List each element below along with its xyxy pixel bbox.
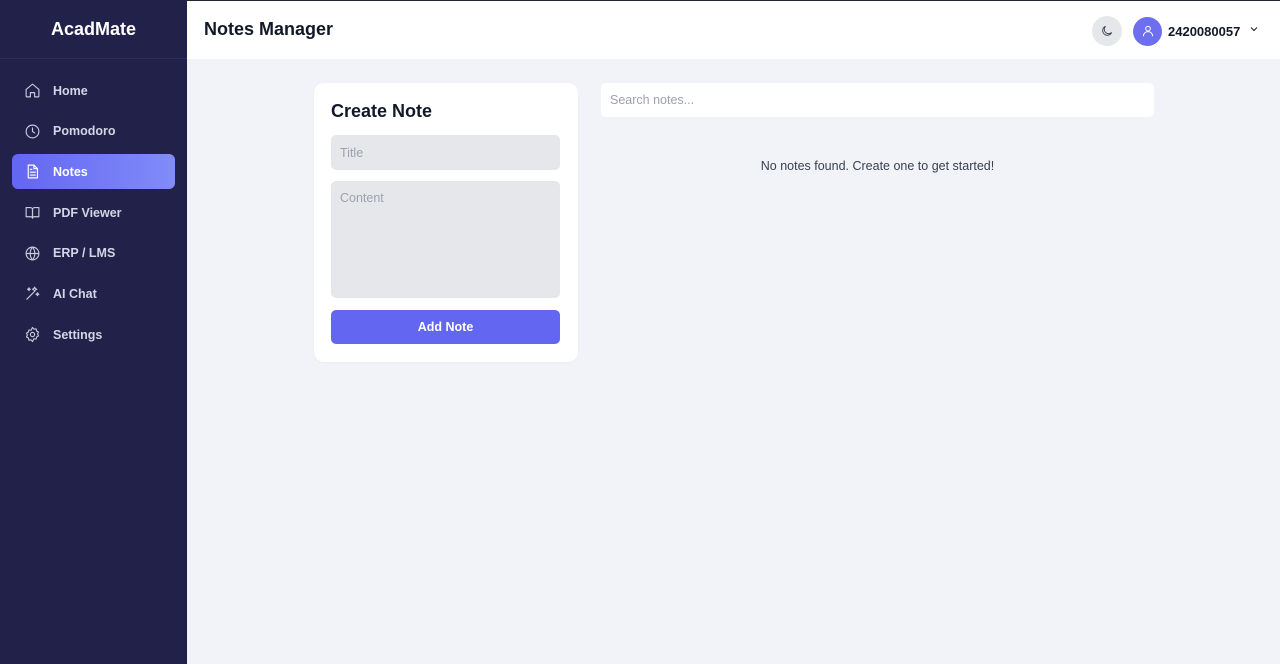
create-note-title: Create Note bbox=[331, 101, 433, 121]
sidebar-item-home[interactable]: Home bbox=[12, 73, 175, 108]
sidebar-item-settings[interactable]: Settings bbox=[12, 317, 175, 352]
note-content-input[interactable] bbox=[331, 181, 560, 298]
sidebar-item-label: AI Chat bbox=[53, 286, 97, 301]
user-menu[interactable]: 2420080057 bbox=[1133, 16, 1260, 46]
chevron-down-icon[interactable] bbox=[1248, 22, 1260, 40]
sidebar-item-label: Home bbox=[53, 83, 88, 98]
sidebar-item-ai-chat[interactable]: AI Chat bbox=[12, 276, 175, 311]
sidebar-item-label: PDF Viewer bbox=[53, 205, 122, 220]
sidebar-item-notes[interactable]: Notes bbox=[12, 154, 175, 190]
add-note-button[interactable]: Add Note bbox=[331, 310, 560, 344]
create-note-card: Create Note Add Note bbox=[314, 83, 578, 362]
sidebar: AcadMate Home Pomodoro Notes PDF Viewer bbox=[0, 0, 187, 664]
sidebar-item-label: Pomodoro bbox=[53, 124, 116, 139]
note-title-input[interactable] bbox=[331, 135, 560, 170]
moon-icon bbox=[1102, 25, 1113, 36]
sidebar-item-pomodoro[interactable]: Pomodoro bbox=[12, 114, 175, 149]
globe-icon bbox=[24, 245, 41, 262]
home-icon bbox=[24, 82, 41, 99]
sidebar-nav: Home Pomodoro Notes PDF Viewer ERP / LMS bbox=[0, 59, 187, 352]
page-title: Notes Manager bbox=[204, 19, 334, 39]
search-input[interactable] bbox=[601, 83, 1154, 117]
user-id: 2420080057 bbox=[1168, 23, 1241, 39]
sparkles-icon bbox=[24, 285, 41, 302]
top-bar: Notes Manager 2420080057 bbox=[187, 0, 1280, 59]
theme-toggle-button[interactable] bbox=[1092, 16, 1122, 46]
user-icon bbox=[1142, 25, 1153, 37]
app-logo[interactable]: AcadMate bbox=[0, 0, 187, 59]
book-open-icon bbox=[24, 204, 41, 221]
sidebar-item-label: ERP / LMS bbox=[53, 246, 116, 261]
avatar bbox=[1133, 16, 1162, 46]
empty-notes-message: No notes found. Create one to get starte… bbox=[760, 159, 995, 173]
document-icon bbox=[24, 163, 41, 180]
sidebar-item-erp-lms[interactable]: ERP / LMS bbox=[12, 236, 175, 271]
sidebar-item-label: Notes bbox=[53, 164, 88, 179]
sidebar-item-label: Settings bbox=[53, 327, 103, 342]
sidebar-item-pdf-viewer[interactable]: PDF Viewer bbox=[12, 195, 175, 230]
gear-icon bbox=[24, 326, 41, 343]
clock-icon bbox=[24, 123, 41, 140]
